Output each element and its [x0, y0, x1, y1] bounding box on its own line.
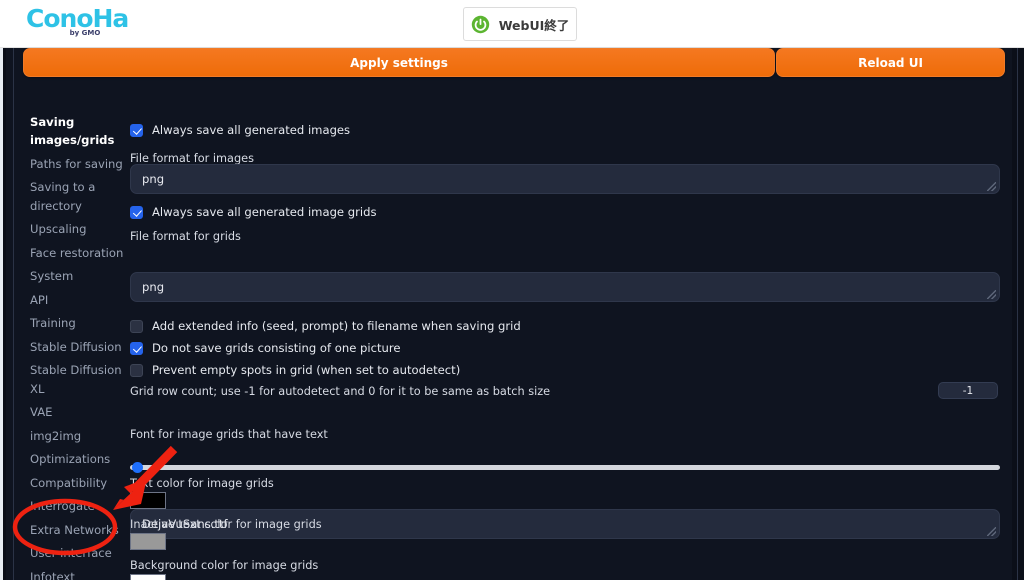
- sidebar-item-upscaling[interactable]: Upscaling: [24, 218, 128, 242]
- always-save-grids-checkbox[interactable]: Always save all generated image grids: [130, 205, 377, 219]
- site-header: ConoHa by GMO WebUI終了: [0, 0, 1024, 48]
- checkbox-label: Do not save grids consisting of one pict…: [152, 341, 401, 355]
- checkbox-box: [130, 341, 143, 355]
- panel-right-divider: [1017, 48, 1018, 580]
- inactive-text-color-label: Inactive text color for image grids: [130, 518, 322, 531]
- reload-ui-button[interactable]: Reload UI: [776, 48, 1005, 77]
- resize-grip-icon[interactable]: [987, 527, 996, 536]
- text-color-swatch[interactable]: [130, 492, 166, 509]
- prevent-empty-spots-checkbox[interactable]: Prevent empty spots in grid (when set to…: [130, 363, 460, 377]
- checkbox-label: Always save all generated images: [152, 123, 351, 137]
- checkbox-box: [130, 205, 143, 219]
- sidebar-item-paths-for-saving[interactable]: Paths for saving: [24, 152, 128, 176]
- webui-exit-button[interactable]: WebUI終了: [463, 7, 577, 41]
- file-format-grids-input[interactable]: png: [130, 272, 1000, 302]
- sidebar-item-img2img[interactable]: img2img: [24, 424, 128, 448]
- resize-grip-icon[interactable]: [987, 290, 996, 299]
- checkbox-label: Prevent empty spots in grid (when set to…: [152, 363, 461, 377]
- grid-row-count-label: Grid row count; use -1 for autodetect an…: [130, 385, 551, 398]
- settings-content: Always save all generated images File fo…: [130, 110, 1006, 580]
- sidebar-item-user-interface[interactable]: User interface: [24, 542, 128, 566]
- extended-info-checkbox[interactable]: Add extended info (seed, prompt) to file…: [130, 319, 521, 333]
- slider-thumb[interactable]: [132, 462, 143, 473]
- sidebar-item-stable-diffusion-xl[interactable]: Stable Diffusion XL: [24, 359, 128, 401]
- sidebar-item-saving-to-a-directory[interactable]: Saving to a directory: [24, 176, 128, 218]
- sidebar-item-face-restoration[interactable]: Face restoration: [24, 241, 128, 265]
- settings-sidebar[interactable]: Saving images/grids Paths for saving Sav…: [24, 110, 128, 580]
- sidebar-item-extra-networks[interactable]: Extra Networks: [24, 518, 128, 542]
- reload-ui-label: Reload UI: [858, 55, 923, 70]
- settings-panel: Apply settings Reload UI Saving images/g…: [6, 48, 1018, 580]
- sidebar-item-stable-diffusion[interactable]: Stable Diffusion: [24, 335, 128, 359]
- sidebar-item-interrogate[interactable]: Interrogate: [24, 495, 128, 519]
- webui-exit-label: WebUI終了: [498, 17, 570, 33]
- sidebar-item-training[interactable]: Training: [24, 312, 128, 336]
- checkbox-box: [130, 363, 143, 377]
- checkbox-box: [130, 123, 143, 137]
- sidebar-item-optimizations[interactable]: Optimizations: [24, 448, 128, 472]
- sidebar-item-infotext[interactable]: Infotext: [24, 565, 128, 580]
- grid-row-count-value: -1: [962, 384, 974, 397]
- file-format-images-value: png: [142, 172, 165, 186]
- grid-row-count-slider[interactable]: [130, 462, 1000, 473]
- grid-row-count-number-input[interactable]: -1: [938, 382, 998, 399]
- inactive-text-color-swatch[interactable]: [130, 533, 166, 550]
- checkbox-label: Add extended info (seed, prompt) to file…: [152, 319, 521, 333]
- always-save-images-checkbox[interactable]: Always save all generated images: [130, 123, 350, 137]
- apply-settings-label: Apply settings: [350, 55, 448, 70]
- background-color-label: Background color for image grids: [130, 559, 319, 572]
- resize-grip-icon[interactable]: [987, 182, 996, 191]
- file-format-grids-value: png: [142, 280, 165, 294]
- screen: ConoHa by GMO WebUI終了 Apply settings Rel…: [0, 0, 1024, 580]
- right-edge-strip: [1012, 48, 1024, 580]
- gradio-app: Apply settings Reload UI Saving images/g…: [0, 48, 1024, 580]
- sidebar-item-system[interactable]: System: [24, 265, 128, 289]
- sidebar-item-compatibility[interactable]: Compatibility: [24, 471, 128, 495]
- left-edge-strip: [0, 48, 3, 580]
- no-single-picture-grids-checkbox[interactable]: Do not save grids consisting of one pict…: [130, 341, 401, 355]
- sidebar-item-vae[interactable]: VAE: [24, 401, 128, 425]
- conoha-logo: ConoHa by GMO: [26, 6, 130, 40]
- checkbox-box: [130, 319, 143, 333]
- font-for-grids-label: Font for image grids that have text: [130, 428, 328, 441]
- file-format-images-input[interactable]: png: [130, 164, 1000, 194]
- settings-toolbar: Apply settings Reload UI: [6, 48, 1012, 82]
- sidebar-item-api[interactable]: API: [24, 288, 128, 312]
- text-color-label: Text color for image grids: [130, 477, 274, 490]
- background-color-swatch[interactable]: [130, 574, 166, 580]
- apply-settings-button[interactable]: Apply settings: [23, 48, 775, 77]
- sidebar-item-saving-images-grids[interactable]: Saving images/grids: [24, 110, 128, 152]
- panel-left-divider: [13, 48, 14, 580]
- slider-track[interactable]: [130, 465, 1000, 470]
- power-icon: [471, 15, 489, 33]
- checkbox-label: Always save all generated image grids: [152, 205, 377, 219]
- file-format-grids-label: File format for grids: [130, 230, 241, 243]
